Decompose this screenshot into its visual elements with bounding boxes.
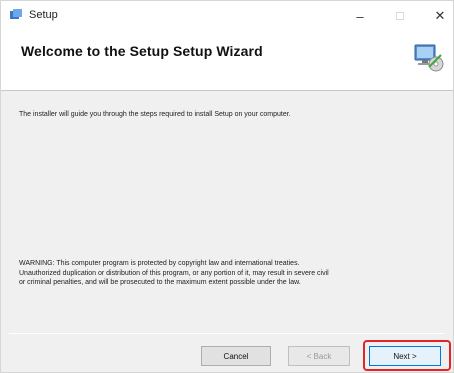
warning-line: Unauthorized duplication or distribution… — [19, 269, 329, 277]
warning-line: WARNING: This computer program is protec… — [19, 260, 300, 267]
setup-window: Setup – ☐ ✕ Welcome to the Setup Setup W… — [0, 0, 454, 373]
cancel-button[interactable]: Cancel — [201, 346, 271, 366]
title-bar: Setup – ☐ ✕ — [1, 1, 453, 31]
setup-app-icon — [10, 9, 22, 19]
back-button[interactable]: < Back — [288, 346, 350, 366]
copyright-warning: WARNING: This computer program is protec… — [19, 259, 443, 288]
intro-text: The installer will guide you through the… — [19, 111, 291, 118]
wizard-title: Welcome to the Setup Setup Wizard — [21, 43, 263, 59]
window-title: Setup — [29, 9, 58, 21]
minimize-button[interactable]: – — [345, 5, 375, 27]
warning-line: or criminal penalties, and will be prose… — [19, 279, 301, 286]
computer-install-icon — [414, 44, 444, 72]
minimize-icon: – — [356, 8, 364, 24]
close-button[interactable]: ✕ — [425, 5, 454, 27]
close-icon: ✕ — [434, 8, 446, 23]
maximize-icon: ☐ — [395, 10, 405, 23]
next-button-highlight — [363, 340, 451, 371]
wizard-header: Welcome to the Setup Setup Wizard — [1, 31, 453, 91]
footer-divider — [9, 333, 445, 334]
maximize-button[interactable]: ☐ — [385, 5, 415, 27]
